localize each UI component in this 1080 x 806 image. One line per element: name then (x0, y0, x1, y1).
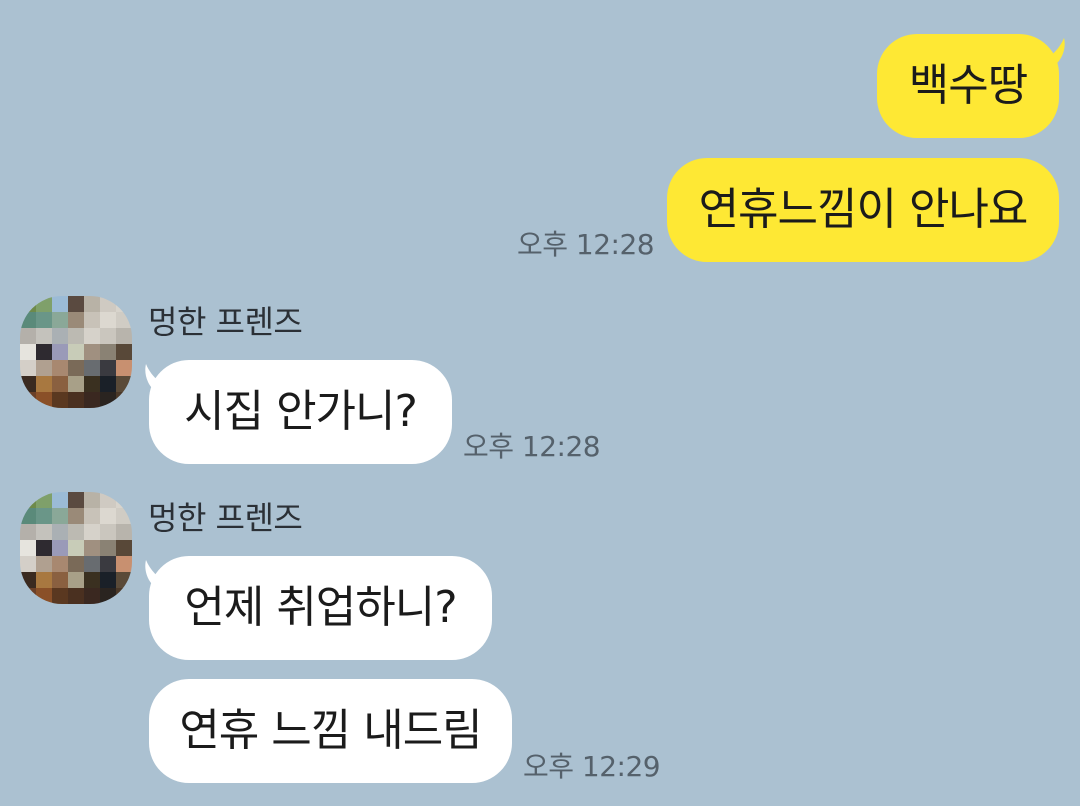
message-text: 연휴 느낌 내드림 (179, 705, 482, 756)
sent-message-bubble[interactable]: 연휴느낌이 안나요 (667, 158, 1059, 262)
message-text: 백수땅 (908, 60, 1028, 111)
message-text: 시집 안가니? (184, 386, 418, 437)
bubble-tail-icon (1040, 38, 1065, 66)
sent-message-bubble[interactable]: 백수땅 (877, 34, 1059, 138)
message-timestamp: 오후 12:28 (463, 430, 601, 463)
message-timestamp: 오후 12:28 (517, 228, 655, 261)
message-text: 연휴느낌이 안나요 (698, 184, 1029, 235)
pixelated-profile-avatar-icon (20, 296, 132, 408)
message-text: 언제 취업하니? (184, 582, 457, 633)
received-message-bubble[interactable]: 시집 안가니? (149, 360, 452, 464)
sender-name: 멍한 프렌즈 (148, 499, 303, 537)
sender-avatar[interactable] (20, 492, 132, 604)
sender-avatar[interactable] (20, 296, 132, 408)
sender-name: 멍한 프렌즈 (148, 303, 303, 341)
pixelated-profile-avatar-icon (20, 492, 132, 604)
received-message-bubble[interactable]: 연휴 느낌 내드림 (149, 679, 512, 783)
received-message-bubble[interactable]: 언제 취업하니? (149, 556, 492, 660)
message-timestamp: 오후 12:29 (523, 750, 661, 783)
chat-area[interactable]: 백수땅 연휴느낌이 안나요 오후 12:28 멍한 프렌즈 시집 안가니? 오후… (0, 0, 1080, 806)
